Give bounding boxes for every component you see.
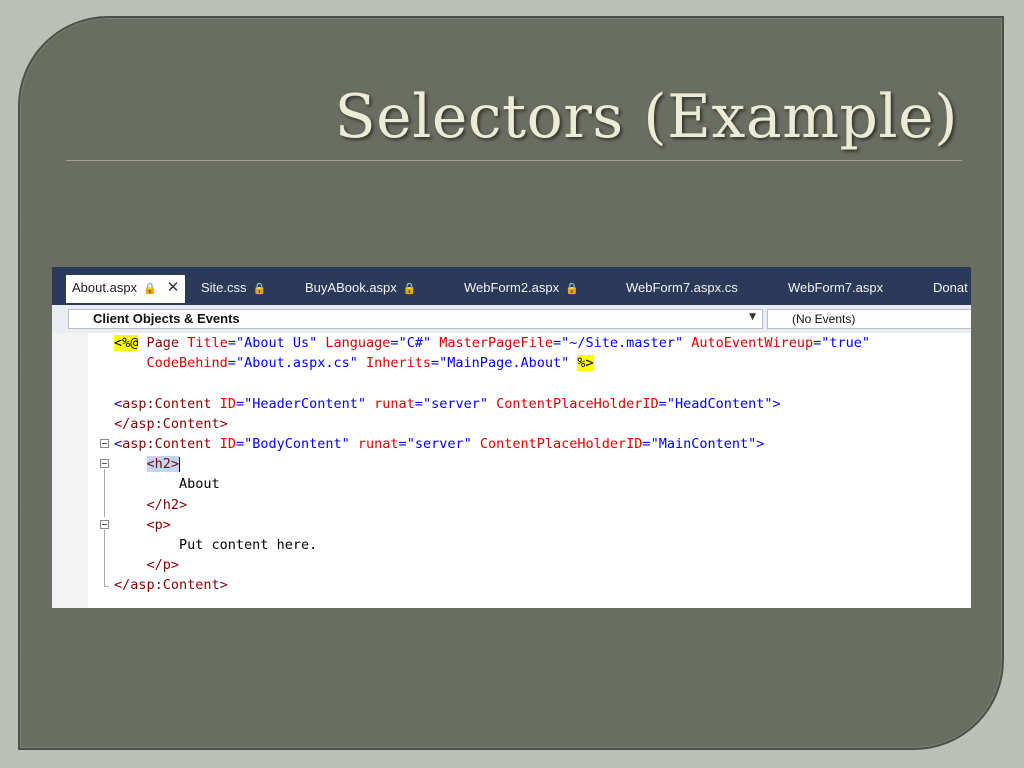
code-line: <%@ Page Title="About Us" Language="C#" … bbox=[114, 333, 870, 353]
tab-donat[interactable]: Donat bbox=[933, 275, 968, 301]
directive-keyword: Page bbox=[138, 335, 188, 351]
tab-label: Donat bbox=[933, 280, 968, 295]
tab-label: BuyABook.aspx bbox=[305, 280, 397, 295]
attr-value: "true" bbox=[821, 335, 871, 351]
tab-buyabook-aspx[interactable]: BuyABook.aspx 🔒 bbox=[305, 275, 416, 301]
code-line: <p> bbox=[114, 515, 870, 535]
attr-value: "About.aspx.cs" bbox=[235, 355, 358, 372]
closing-tag: </asp:Content> bbox=[114, 415, 228, 432]
attr-value: "About Us" bbox=[235, 335, 318, 351]
outline-guide bbox=[104, 469, 105, 517]
navigation-bar: Client Objects & Events ▼ (No Events) bbox=[52, 305, 971, 334]
outline-guide bbox=[104, 530, 105, 586]
code-punct: = bbox=[431, 355, 440, 372]
tag-name: asp:Content bbox=[122, 395, 212, 412]
attr-name: Language bbox=[325, 335, 391, 351]
code-punct: = bbox=[553, 335, 562, 351]
code-line: Put content here. bbox=[114, 535, 870, 555]
attr-value: "BodyContent" bbox=[244, 435, 350, 452]
code-punct: < bbox=[114, 435, 123, 452]
lock-icon: 🔒 bbox=[252, 283, 267, 295]
dropdown-value: Client Objects & Events bbox=[93, 311, 240, 326]
tab-label: About.aspx bbox=[72, 280, 138, 295]
attr-name: MasterPageFile bbox=[439, 335, 554, 351]
lock-icon: 🔒 bbox=[402, 283, 417, 295]
editor-margin bbox=[52, 333, 88, 608]
attr-name: ID bbox=[219, 395, 236, 412]
code-punct: = bbox=[227, 335, 236, 351]
code-line: </h2> bbox=[114, 495, 870, 515]
selected-tag: <h2> bbox=[146, 456, 180, 473]
tag-name: asp:Content bbox=[122, 435, 212, 452]
attr-name: ContentPlaceHolderID bbox=[479, 435, 643, 452]
collapse-icon[interactable] bbox=[100, 459, 109, 468]
code-punct: = bbox=[227, 355, 236, 372]
closing-tag: </asp:Content> bbox=[114, 577, 228, 594]
attr-name: ID bbox=[219, 435, 236, 452]
tab-webform7-aspx[interactable]: WebForm7.aspx bbox=[788, 275, 883, 301]
code-punct: < bbox=[114, 395, 123, 412]
collapse-icon[interactable] bbox=[100, 439, 109, 448]
attr-value: "HeadContent" bbox=[666, 395, 773, 412]
attr-name: Title bbox=[187, 335, 228, 351]
events-dropdown[interactable]: (No Events) bbox=[767, 309, 971, 329]
code-line: </asp:Content> bbox=[114, 575, 870, 595]
lock-icon: 🔒 bbox=[565, 283, 579, 295]
chevron-down-icon[interactable]: ▼ bbox=[749, 312, 756, 322]
code-line: <h2> bbox=[114, 454, 870, 474]
attr-name: CodeBehind bbox=[146, 355, 228, 372]
code-text-area[interactable]: <%@ Page Title="About Us" Language="C#" … bbox=[52, 333, 971, 608]
directive-close: %> bbox=[577, 355, 594, 372]
tab-label: WebForm2.aspx bbox=[464, 280, 560, 295]
tab-label: WebForm7.aspx.cs bbox=[626, 280, 738, 295]
code-line: </asp:Content> bbox=[114, 414, 870, 434]
closing-tag: </p> bbox=[146, 557, 180, 574]
attr-name: runat bbox=[374, 395, 415, 412]
title-divider bbox=[66, 160, 962, 161]
code-line: <asp:Content ID="BodyContent" runat="ser… bbox=[114, 435, 765, 452]
collapse-icon[interactable] bbox=[100, 520, 109, 529]
directive-open: <% bbox=[114, 335, 131, 351]
tab-about-aspx[interactable]: About.aspx 🔒 ✕ bbox=[66, 275, 186, 303]
lock-icon: 🔒 bbox=[143, 283, 157, 295]
attr-name: runat bbox=[357, 435, 399, 452]
attr-name: AutoEventWireup bbox=[691, 335, 814, 351]
slide-title: Selectors (Example) bbox=[334, 82, 958, 152]
tab-webform2-aspx[interactable]: WebForm2.aspx 🔒 bbox=[464, 275, 579, 301]
text-caret bbox=[179, 456, 181, 472]
outline-guide bbox=[104, 586, 109, 587]
client-objects-dropdown[interactable]: Client Objects & Events ▼ bbox=[68, 309, 763, 329]
code-line: CodeBehind="About.aspx.cs" Inherits="Mai… bbox=[114, 353, 870, 373]
text-content: About bbox=[179, 476, 220, 493]
closing-tag: </h2> bbox=[146, 496, 188, 513]
tab-label: WebForm7.aspx bbox=[788, 280, 884, 295]
opening-tag: <p> bbox=[146, 516, 171, 533]
code-punct: > bbox=[756, 435, 765, 452]
dropdown-value: (No Events) bbox=[792, 312, 856, 326]
attr-value: "HeaderContent" bbox=[244, 395, 367, 412]
source-code: <%@ Page Title="About Us" Language="C#" … bbox=[114, 333, 870, 595]
tab-label: Site.css bbox=[201, 280, 247, 295]
close-icon[interactable]: ✕ bbox=[167, 275, 180, 301]
code-punct: = bbox=[390, 335, 399, 351]
tab-site-css[interactable]: Site.css 🔒 bbox=[201, 275, 266, 301]
attr-value: "server" bbox=[422, 395, 488, 412]
attr-name: ContentPlaceHolderID bbox=[496, 395, 659, 412]
code-line: </p> bbox=[114, 555, 870, 575]
code-editor-screenshot: About.aspx 🔒 ✕ Site.css 🔒 BuyABook.aspx 🔒 We… bbox=[52, 267, 971, 608]
attr-name: Inherits bbox=[366, 355, 432, 372]
attr-value: "~/Site.master" bbox=[561, 335, 684, 351]
attr-value: "C#" bbox=[398, 335, 432, 351]
code-line: <asp:Content ID="HeaderContent" runat="s… bbox=[114, 395, 781, 412]
text-content: Put content here. bbox=[179, 536, 318, 553]
attr-value: "MainContent" bbox=[650, 435, 757, 452]
code-punct: > bbox=[772, 395, 781, 412]
attr-value: "server" bbox=[406, 435, 472, 452]
document-tab-bar: About.aspx 🔒 ✕ Site.css 🔒 BuyABook.aspx 🔒 We… bbox=[52, 267, 971, 305]
tab-webform7-aspx-cs[interactable]: WebForm7.aspx.cs bbox=[626, 275, 738, 301]
attr-value: "MainPage.About" bbox=[439, 355, 570, 372]
code-line: About bbox=[114, 474, 870, 494]
